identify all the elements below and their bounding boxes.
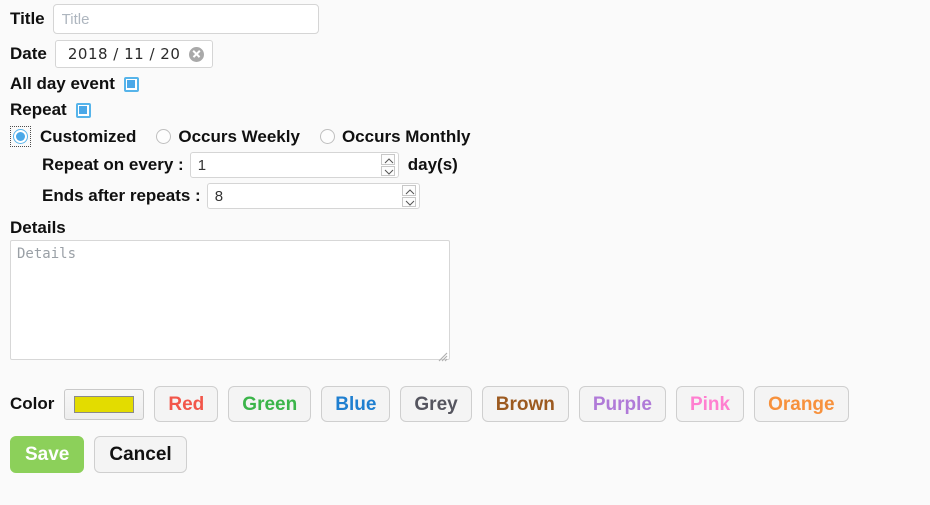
title-row: Title: [10, 4, 930, 34]
color-picker-button[interactable]: [64, 388, 145, 420]
ends-after-row: Ends after repeats :: [10, 183, 930, 209]
repeat-every-input[interactable]: [189, 152, 399, 178]
color-button-brown[interactable]: Brown: [481, 386, 569, 422]
ends-after-label: Ends after repeats :: [42, 186, 201, 205]
title-input[interactable]: [52, 4, 319, 34]
repeat-row: Repeat: [10, 100, 930, 120]
color-button-pink[interactable]: Pink: [675, 386, 745, 422]
radio-label-customized: Customized: [40, 126, 137, 146]
radio-customized[interactable]: [13, 129, 28, 144]
ends-after-input[interactable]: [206, 183, 420, 209]
radio-occurs-monthly[interactable]: [319, 129, 335, 144]
spinner-down-icon[interactable]: [380, 165, 395, 176]
clear-circle-icon[interactable]: [189, 46, 205, 62]
repeat-checkbox[interactable]: [75, 102, 91, 118]
details-wrapper: [10, 240, 450, 364]
color-button-red[interactable]: Red: [154, 386, 219, 422]
spinner-up-icon[interactable]: [380, 154, 395, 165]
radio-label-occurs-monthly: Occurs Monthly: [341, 126, 471, 146]
color-button-orange[interactable]: Orange: [754, 386, 849, 422]
color-button-blue[interactable]: Blue: [321, 386, 391, 422]
all-day-label: All day event: [10, 74, 115, 93]
cancel-button[interactable]: Cancel: [94, 436, 187, 473]
color-button-purple[interactable]: Purple: [578, 386, 666, 422]
radio-focus-ring: [10, 126, 31, 147]
repeat-every-label: Repeat on every :: [42, 155, 184, 174]
ends-after-stepper[interactable]: [206, 183, 420, 209]
all-day-row: All day event: [10, 74, 930, 94]
radio-item-occurs-weekly[interactable]: Occurs Weekly: [156, 127, 300, 147]
event-form: Title Date 2018 / 11 / 20 All day event …: [0, 0, 930, 473]
color-button-grey[interactable]: Grey: [400, 386, 472, 422]
details-textarea[interactable]: [10, 240, 450, 360]
spinner-up-icon[interactable]: [401, 185, 416, 196]
date-field[interactable]: 2018 / 11 / 20: [54, 40, 214, 68]
radio-item-customized[interactable]: Customized: [10, 126, 136, 147]
all-day-checkbox[interactable]: [123, 76, 139, 92]
radio-occurs-weekly[interactable]: [156, 129, 172, 144]
repeat-every-unit: day(s): [407, 155, 458, 174]
ends-after-spin-buttons: [401, 185, 416, 207]
repeat-mode-group: Customized Occurs Weekly Occurs Monthly: [10, 126, 930, 147]
date-label: Date: [10, 44, 47, 63]
save-button[interactable]: Save: [10, 436, 85, 473]
details-label: Details: [10, 218, 66, 237]
repeat-every-row: Repeat on every : day(s): [10, 152, 930, 178]
repeat-every-spin-buttons: [380, 154, 395, 176]
repeat-label: Repeat: [10, 100, 67, 119]
date-row: Date 2018 / 11 / 20: [10, 40, 930, 68]
action-row: Save Cancel: [10, 436, 930, 473]
color-label: Color: [10, 394, 55, 413]
color-button-green[interactable]: Green: [228, 386, 312, 422]
title-label: Title: [10, 9, 45, 28]
color-row: Color Red Green Blue Grey Brown Purple P…: [10, 386, 930, 422]
radio-item-occurs-monthly[interactable]: Occurs Monthly: [319, 126, 471, 147]
radio-label-occurs-weekly: Occurs Weekly: [178, 126, 300, 146]
color-swatch: [74, 395, 135, 413]
date-value: 2018 / 11 / 20: [67, 45, 181, 63]
spinner-down-icon[interactable]: [401, 196, 416, 207]
repeat-every-stepper[interactable]: [189, 152, 399, 178]
